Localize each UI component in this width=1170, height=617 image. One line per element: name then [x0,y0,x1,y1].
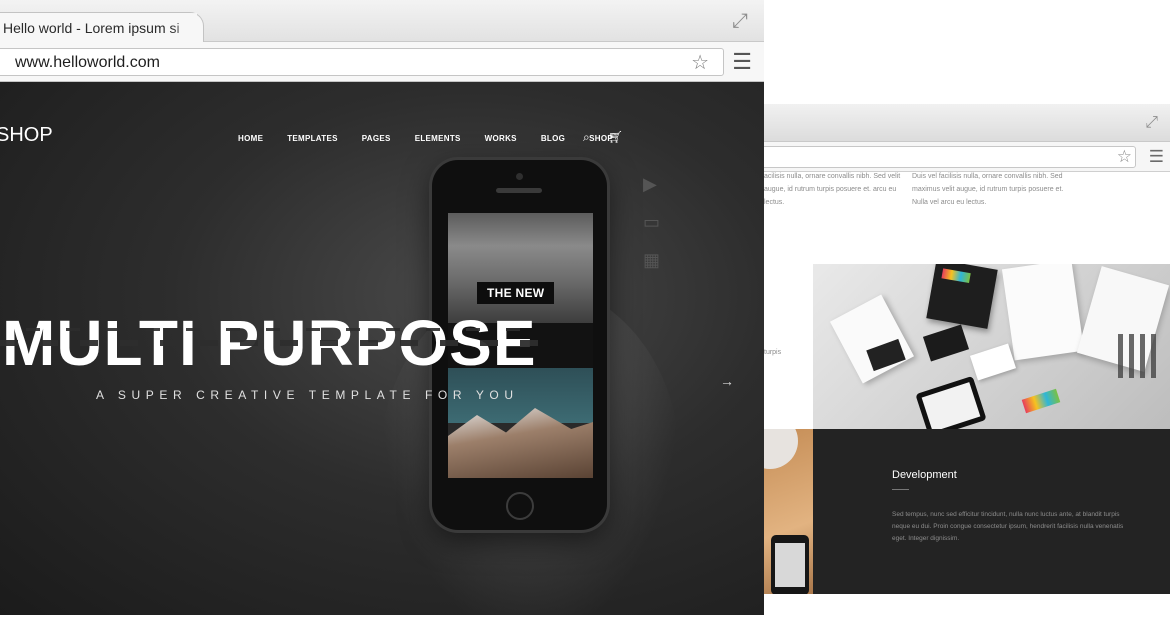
browser-tab[interactable]: Hello world - Lorem ipsum sip [0,12,204,43]
front-browser-window: Hello world - Lorem ipsum sip ⤢ www.hell… [0,0,764,615]
lorem-text-left: acilisis nulla, ornare convallis nibh. S… [764,173,901,206]
search-icon[interactable]: ⌕ [583,130,590,145]
url-field[interactable]: www.helloworld.com ☆ [0,48,724,76]
phone-home-button [506,492,534,520]
divider [892,489,909,490]
stationery-mockup-image [813,264,1170,429]
film-icon[interactable]: ▶ [643,174,657,195]
desk-phone-image [764,429,813,594]
development-section: Development Sed tempus, nunc sed efficit… [813,429,1170,594]
back-url-field[interactable] [764,146,1136,168]
nav-item-pages[interactable]: PAGES [362,134,391,143]
browser-tabbar: Hello world - Lorem ipsum sip ⤢ [0,0,764,43]
nav-item-works[interactable]: WORKS [485,134,517,143]
star-icon[interactable]: ☆ [691,52,709,74]
monitor-icon[interactable]: ▭ [643,212,660,233]
hero-subtitle: A SUPER CREATIVE TEMPLATE FOR YOU [96,388,519,402]
notebook-mockup [926,264,998,329]
folder-mockup [829,294,915,384]
cart-icon[interactable]: 🛒︎ [608,130,623,144]
tab-title-fade [171,13,197,43]
title-glitch-overlay [0,340,545,346]
development-title: Development [892,469,957,481]
phone-speaker [496,188,542,193]
back-browser-tabbar: ⤢ [764,104,1170,142]
nav-item-home[interactable]: HOME [238,134,263,143]
lorem-text-right: Duis vel facilisis nulla, ornare convall… [912,173,1064,206]
star-icon[interactable]: ☆ [1117,147,1132,167]
title-glitch-overlay [0,328,545,331]
expand-icon[interactable]: ⤢ [732,10,748,33]
color-swatch-mockup [1021,388,1061,414]
back-browser-window: ⤢ ☆ ☰ acilisis nulla, ornare convallis n… [764,104,1170,594]
tablet-mockup [915,375,987,429]
expand-icon[interactable]: ⤢ [1145,114,1158,132]
screenshot-stage: ⤢ ☆ ☰ acilisis nulla, ornare convallis n… [0,0,1170,617]
nav-item-templates[interactable]: TEMPLATES [287,134,338,143]
hamburger-menu-icon[interactable]: ☰ [1149,147,1164,167]
nav-item-elements[interactable]: ELEMENTS [415,134,461,143]
letterhead-mockup [1001,264,1085,361]
business-card-mockup [969,343,1017,381]
image-icon[interactable]: ▦ [643,250,660,271]
hamburger-menu-icon[interactable]: ☰ [732,50,752,74]
hero-section: SHOP HOME TEMPLATES PAGES ELEMENTS WORKS… [0,82,764,615]
main-nav: HOME TEMPLATES PAGES ELEMENTS WORKS BLOG… [238,134,637,143]
browser-address-bar: www.helloworld.com ☆ ☰ [0,42,764,82]
site-logo[interactable]: SHOP [0,124,53,147]
new-badge: THE NEW [477,282,555,304]
back-browser-address-bar: ☆ ☰ [764,142,1170,172]
development-text: Sed tempus, nunc sed efficitur tincidunt… [892,511,1124,542]
business-card-mockup [922,324,970,362]
url-text: www.helloworld.com [15,54,160,71]
nav-item-blog[interactable]: BLOG [541,134,565,143]
phone-camera [516,173,523,180]
lorem-text-fragment: turpis [764,349,782,356]
phone-mockup [771,535,809,594]
tab-title: Hello world - Lorem ipsum sip [3,20,179,36]
next-arrow-icon[interactable]: → [720,373,734,389]
binder-clips-mockup [1118,334,1162,378]
coffee-cup [764,429,798,469]
